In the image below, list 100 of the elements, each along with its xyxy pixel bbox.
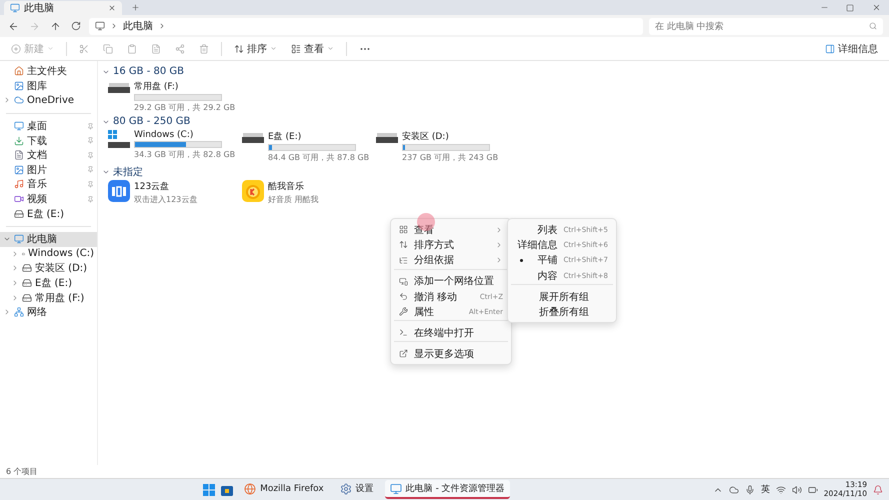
back-arrow-icon	[8, 20, 19, 32]
computer-icon	[10, 3, 20, 13]
network-location-icon	[399, 276, 408, 286]
wifi-icon	[776, 484, 786, 494]
group-header[interactable]: 80 GB - 250 GB	[113, 116, 190, 127]
group-header[interactable]: 16 GB - 80 GB	[113, 66, 184, 77]
trash-icon	[199, 44, 209, 54]
selected-dot	[520, 258, 523, 262]
up-arrow-icon	[50, 20, 61, 32]
pin-icon	[87, 196, 94, 203]
plus-circle-icon	[11, 44, 21, 54]
taskbar-app[interactable]: 设置	[334, 480, 379, 499]
refresh-button[interactable]	[69, 19, 83, 33]
restore-icon	[846, 4, 854, 12]
drive-name: 酷我音乐	[268, 180, 305, 193]
chevron-right-icon	[110, 22, 118, 30]
video-icon	[14, 194, 24, 204]
drive-info: 34.3 GB 可用，共 82.8 GB	[134, 149, 236, 160]
chevron-down-icon	[270, 45, 277, 52]
taskbar-app[interactable]: 此电脑 - 文件资源管理器	[384, 480, 510, 499]
search-field[interactable]: 在 此电脑 中搜索	[649, 18, 883, 34]
globe-icon	[244, 482, 256, 494]
music-icon	[14, 179, 24, 190]
sidebar-item[interactable]: Windows (C:)	[0, 246, 97, 262]
menu-item[interactable]: 展开所有组	[511, 284, 613, 304]
drive-name: 安装区 (D:)	[402, 130, 450, 143]
cloud-icon	[14, 95, 24, 106]
drive-tile[interactable]: 酷我音乐 好音质 用酷我	[242, 180, 376, 212]
desktop-icon	[14, 121, 24, 132]
details-button[interactable]: 详细信息	[820, 40, 883, 58]
document-icon	[14, 150, 24, 160]
sidebar-item[interactable]: 图片	[0, 162, 97, 178]
menu-item[interactable]: 显示更多选项	[394, 341, 508, 362]
forward-arrow-icon	[29, 20, 40, 32]
sidebar-item[interactable]: OneDrive	[0, 93, 97, 108]
drive-tile[interactable]: 123云盘 双击进入123云盘	[108, 180, 242, 212]
store-icon[interactable]	[221, 484, 234, 496]
sidebar-item[interactable]: 网络	[0, 304, 97, 320]
drive-info: 84.4 GB 可用，共 87.8 GB	[268, 152, 370, 163]
sort-button[interactable]: 排序	[229, 40, 282, 58]
share-icon	[175, 44, 185, 54]
pin-icon	[87, 137, 94, 144]
menu-item[interactable]: 分组依据	[394, 252, 508, 268]
pin-icon	[87, 166, 94, 174]
sidebar-item[interactable]: E盘 (E:)	[0, 206, 97, 221]
close-tab-icon	[108, 4, 116, 12]
computer-icon	[14, 234, 24, 244]
taskbar-app[interactable]: Mozilla Firefox	[239, 480, 329, 499]
menu-item[interactable]: 在终端中打开	[394, 320, 508, 340]
sidebar-item[interactable]: 常用盘 (F:)	[0, 290, 97, 305]
sidebar-item[interactable]: 桌面	[0, 118, 97, 134]
drive-name: Windows (C:)	[134, 130, 194, 140]
sidebar-item[interactable]: 此电脑	[0, 232, 97, 247]
start-icon[interactable]	[203, 484, 216, 496]
terminal-icon	[399, 328, 408, 338]
menu-item[interactable]: 查看	[394, 222, 508, 238]
drive-tile[interactable]: 安装区 (D:) 237 GB 可用，共 243 GB	[376, 130, 510, 162]
chevron-down-icon	[327, 45, 334, 52]
undo-icon	[399, 292, 408, 302]
windows-drive-icon	[108, 130, 130, 150]
view-button[interactable]: 查看	[286, 40, 339, 58]
search-icon	[869, 22, 877, 30]
sort-icon	[399, 240, 408, 250]
sidebar-item[interactable]: 安装区 (D:)	[0, 261, 97, 276]
window-tab[interactable]: 此电脑	[4, 1, 122, 15]
address-bar[interactable]: 此电脑	[89, 18, 643, 34]
sort-icon	[234, 44, 244, 54]
copy-icon	[103, 44, 113, 54]
drive-info: 双击进入123云盘	[134, 194, 198, 205]
pin-icon	[87, 122, 94, 130]
grid-icon	[399, 225, 408, 234]
gallery-icon	[14, 80, 24, 91]
picture-icon	[14, 164, 24, 175]
menu-item[interactable]: 折叠所有组	[511, 304, 613, 320]
sidebar-item[interactable]: 下载	[0, 133, 97, 148]
sidebar-item[interactable]: 主文件夹	[0, 64, 97, 79]
volume-icon	[792, 484, 802, 494]
sidebar-item[interactable]: E盘 (E:)	[0, 276, 97, 290]
drive-tile[interactable]: 常用盘 (F:) 29.2 GB 可用，共 29.2 GB	[108, 80, 242, 112]
menu-item[interactable]: 排序方式	[394, 237, 508, 253]
cloud-app-icon	[108, 180, 130, 202]
cloud-icon	[728, 484, 739, 494]
chevron-down-icon	[47, 45, 54, 52]
drive-name: 常用盘 (F:)	[134, 80, 180, 93]
chevron-right-icon	[158, 22, 166, 30]
drive-tile[interactable]: Windows (C:) 34.3 GB 可用，共 82.8 GB	[108, 130, 242, 162]
details-pane-icon	[825, 44, 835, 54]
music-app-icon	[242, 180, 264, 202]
view-icon	[291, 44, 301, 54]
pin-icon	[87, 152, 94, 159]
drive-info: 好音质 用酷我	[268, 194, 319, 205]
group-header[interactable]: 未指定	[113, 164, 143, 178]
sidebar-item[interactable]: 文档	[0, 148, 97, 163]
close-icon	[872, 3, 880, 12]
sidebar-item[interactable]: 图库	[0, 78, 97, 94]
drive-tile[interactable]: E盘 (E:) 84.4 GB 可用，共 87.8 GB	[242, 130, 376, 162]
sidebar-item[interactable]: 视频	[0, 192, 97, 206]
input-method[interactable]: 英	[760, 483, 770, 496]
bell-icon	[873, 484, 884, 494]
sidebar-item[interactable]: 音乐	[0, 177, 97, 192]
